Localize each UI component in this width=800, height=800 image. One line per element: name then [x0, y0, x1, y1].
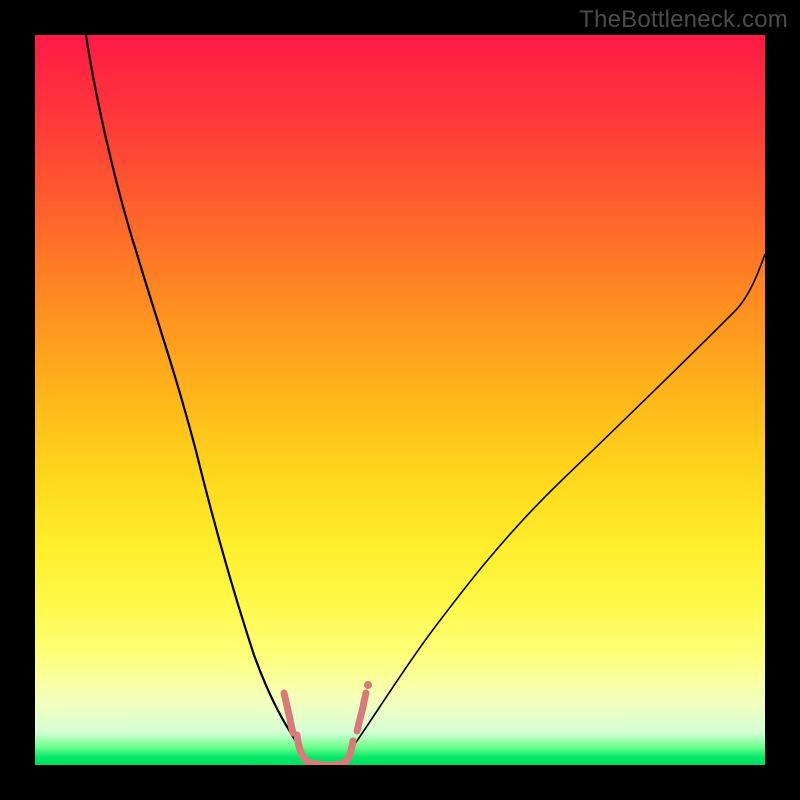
- bottom-marker-group: [284, 681, 372, 765]
- right-curve: [342, 254, 765, 765]
- watermark-text: TheBottleneck.com: [579, 6, 788, 34]
- marker-right-wiggle: [357, 693, 366, 731]
- curve-layer: [35, 35, 765, 765]
- marker-right-dot: [364, 681, 372, 689]
- chart-frame: { "watermark": "TheBottleneck.com", "col…: [0, 0, 800, 800]
- marker-left-wiggle: [284, 693, 293, 733]
- left-curve: [86, 35, 309, 765]
- plot-area: [35, 35, 765, 765]
- marker-u-shape: [297, 735, 353, 765]
